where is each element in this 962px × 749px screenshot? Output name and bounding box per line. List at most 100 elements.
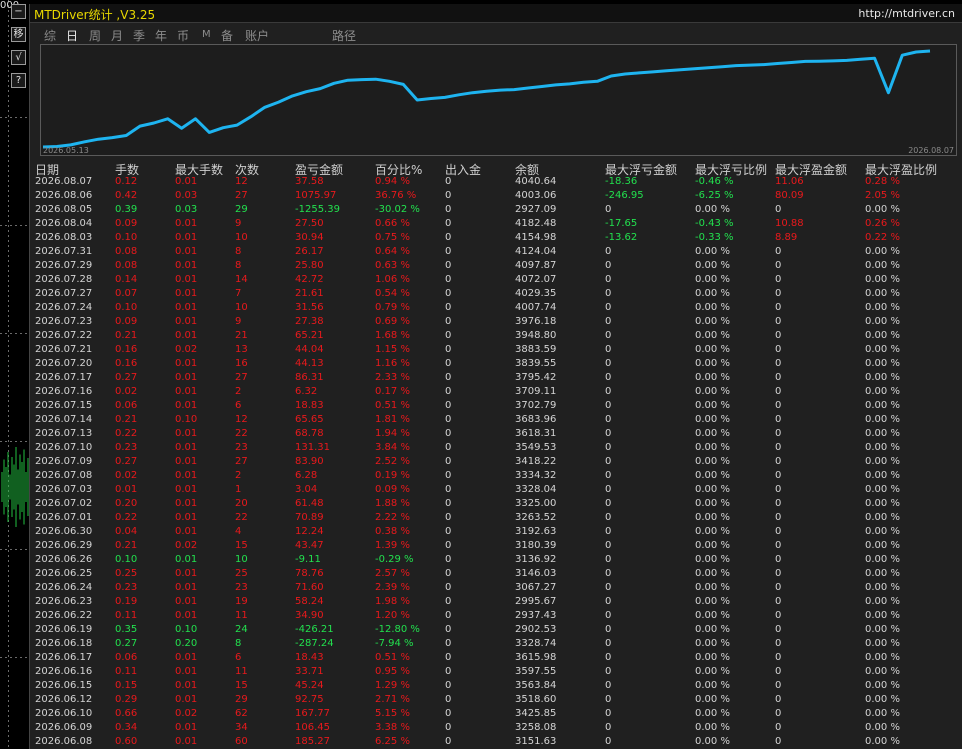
cell-percent: 0.19 % xyxy=(375,470,410,481)
check-button[interactable]: √ xyxy=(11,50,26,65)
cell-max-float-loss: -18.36 xyxy=(605,176,638,187)
cell-balance: 4029.35 xyxy=(515,288,557,299)
cell-max-lots: 0.01 xyxy=(175,582,198,593)
tab-month[interactable]: 月 xyxy=(111,27,123,44)
cell-percent: 0.51 % xyxy=(375,400,410,411)
minimize-button[interactable]: − xyxy=(11,4,26,19)
cell-max-lots: 0.10 xyxy=(175,414,198,425)
cell-deposit: 0 xyxy=(445,512,452,523)
cell-max-float-profit-pct: 0.00 % xyxy=(865,274,900,285)
cell-balance: 3328.04 xyxy=(515,484,557,495)
cell-max-float-profit-pct: 0.26 % xyxy=(865,218,900,229)
cell-balance: 4003.06 xyxy=(515,190,557,201)
cell-lots: 0.60 xyxy=(115,736,138,747)
cell-deposit: 0 xyxy=(445,722,452,733)
cell-lots: 0.27 xyxy=(115,456,138,467)
cell-count: 14 xyxy=(235,274,248,285)
cell-deposit: 0 xyxy=(445,204,452,215)
cell-max-lots: 0.03 xyxy=(175,204,198,215)
cell-max-lots: 0.01 xyxy=(175,316,198,327)
cell-max-lots: 0.01 xyxy=(175,218,198,229)
cell-profit: 68.78 xyxy=(295,428,324,439)
cell-count: 10 xyxy=(235,302,248,313)
cell-max-float-profit: 0 xyxy=(775,582,782,593)
table-row: 2026.07.22 0.21 0.01 21 65.21 1.68 % 0 3948.80 0… xyxy=(30,329,962,343)
cell-lots: 0.06 xyxy=(115,652,138,663)
equity-line xyxy=(42,49,931,149)
cell-max-float-loss-pct: 0.00 % xyxy=(695,414,730,425)
cell-max-float-profit-pct: 0.00 % xyxy=(865,442,900,453)
tab-quarter[interactable]: 季 xyxy=(133,27,145,44)
cell-max-lots: 0.01 xyxy=(175,358,198,369)
tab-account[interactable]: 账户 xyxy=(245,27,269,44)
tab-currency[interactable]: 币 xyxy=(177,27,189,44)
cell-date: 2026.06.16 xyxy=(35,666,93,677)
cell-deposit: 0 xyxy=(445,176,452,187)
cell-max-float-loss-pct: 0.00 % xyxy=(695,316,730,327)
tab-year[interactable]: 年 xyxy=(155,27,167,44)
cell-count: 23 xyxy=(235,442,248,453)
cell-lots: 0.06 xyxy=(115,400,138,411)
cell-balance: 3334.32 xyxy=(515,470,557,481)
cell-max-float-profit-pct: 0.00 % xyxy=(865,246,900,257)
cell-max-float-loss: 0 xyxy=(605,456,612,467)
cell-max-float-loss-pct: 0.00 % xyxy=(695,568,730,579)
table-row: 2026.07.27 0.07 0.01 7 21.61 0.54 % 0 4029.35 0 0… xyxy=(30,287,962,301)
cell-profit: 83.90 xyxy=(295,456,324,467)
move-button[interactable]: 移 xyxy=(11,27,26,42)
website-link[interactable]: http://mtdriver.cn xyxy=(858,7,955,20)
help-button[interactable]: ? xyxy=(11,73,26,88)
table-row: 2026.06.18 0.27 0.20 8 -287.24 -7.94 % 0 3328.7… xyxy=(30,637,962,651)
cell-profit: 167.77 xyxy=(295,708,330,719)
cell-percent: 1.20 % xyxy=(375,610,410,621)
cell-balance: 3192.63 xyxy=(515,526,557,537)
cell-balance: 4097.87 xyxy=(515,260,557,271)
tab-week[interactable]: 周 xyxy=(89,27,101,44)
cell-date: 2026.07.08 xyxy=(35,470,93,481)
cell-max-float-loss: 0 xyxy=(605,428,612,439)
cell-max-lots: 0.01 xyxy=(175,176,198,187)
table-row: 2026.07.08 0.02 0.01 2 6.28 0.19 % 0 3334.32 0 0.… xyxy=(30,469,962,483)
cell-count: 16 xyxy=(235,358,248,369)
cell-balance: 3549.53 xyxy=(515,442,557,453)
table-row: 2026.08.05 0.39 0.03 29 -1255.39 -30.02 % 0 292… xyxy=(30,203,962,217)
cell-count: 7 xyxy=(235,288,242,299)
cell-date: 2026.07.16 xyxy=(35,386,93,397)
cell-profit: 1075.97 xyxy=(295,190,337,201)
cell-max-float-profit-pct: 0.00 % xyxy=(865,428,900,439)
table-row: 2026.06.16 0.11 0.01 11 33.71 0.95 % 0 3597.55 0… xyxy=(30,665,962,679)
cell-deposit: 0 xyxy=(445,652,452,663)
cell-max-lots: 0.01 xyxy=(175,442,198,453)
cell-count: 12 xyxy=(235,176,248,187)
table-row: 2026.06.25 0.25 0.01 25 78.76 2.57 % 0 3146.03 0… xyxy=(30,567,962,581)
cell-max-float-profit: 8.89 xyxy=(775,232,798,243)
tab-summary[interactable]: 综 xyxy=(44,27,56,44)
cell-profit: -287.24 xyxy=(295,638,334,649)
cell-max-float-profit: 0 xyxy=(775,722,782,733)
cell-max-lots: 0.01 xyxy=(175,456,198,467)
cell-max-float-loss: 0 xyxy=(605,736,612,747)
cell-lots: 0.22 xyxy=(115,428,138,439)
cell-count: 8 xyxy=(235,260,242,271)
tab-m[interactable]: M xyxy=(202,29,211,40)
panel-titlebar: MTDriver统计 ,V3.25 http://mtdriver.cn xyxy=(30,4,962,23)
cell-count: 29 xyxy=(235,694,248,705)
cell-max-float-profit-pct: 0.00 % xyxy=(865,540,900,551)
cell-deposit: 0 xyxy=(445,526,452,537)
cell-lots: 0.21 xyxy=(115,330,138,341)
tab-day[interactable]: 日 xyxy=(66,27,78,44)
table-row: 2026.06.10 0.66 0.02 62 167.77 5.15 % 0 3425.85… xyxy=(30,707,962,721)
cell-percent: 2.33 % xyxy=(375,372,410,383)
table-row: 2026.06.17 0.06 0.01 6 18.43 0.51 % 0 3615.98 0 0… xyxy=(30,651,962,665)
cell-date: 2026.06.25 xyxy=(35,568,93,579)
cell-date: 2026.07.22 xyxy=(35,330,93,341)
cell-profit: 31.56 xyxy=(295,302,324,313)
cell-max-float-profit-pct: 0.00 % xyxy=(865,582,900,593)
cell-balance: 4182.48 xyxy=(515,218,557,229)
cell-max-float-profit-pct: 0.00 % xyxy=(865,694,900,705)
cell-balance: 2927.09 xyxy=(515,204,557,215)
cell-max-lots: 0.01 xyxy=(175,680,198,691)
tab-backup[interactable]: 备 xyxy=(221,27,233,44)
tab-path[interactable]: 路径 xyxy=(332,27,356,44)
cell-profit: 44.13 xyxy=(295,358,324,369)
